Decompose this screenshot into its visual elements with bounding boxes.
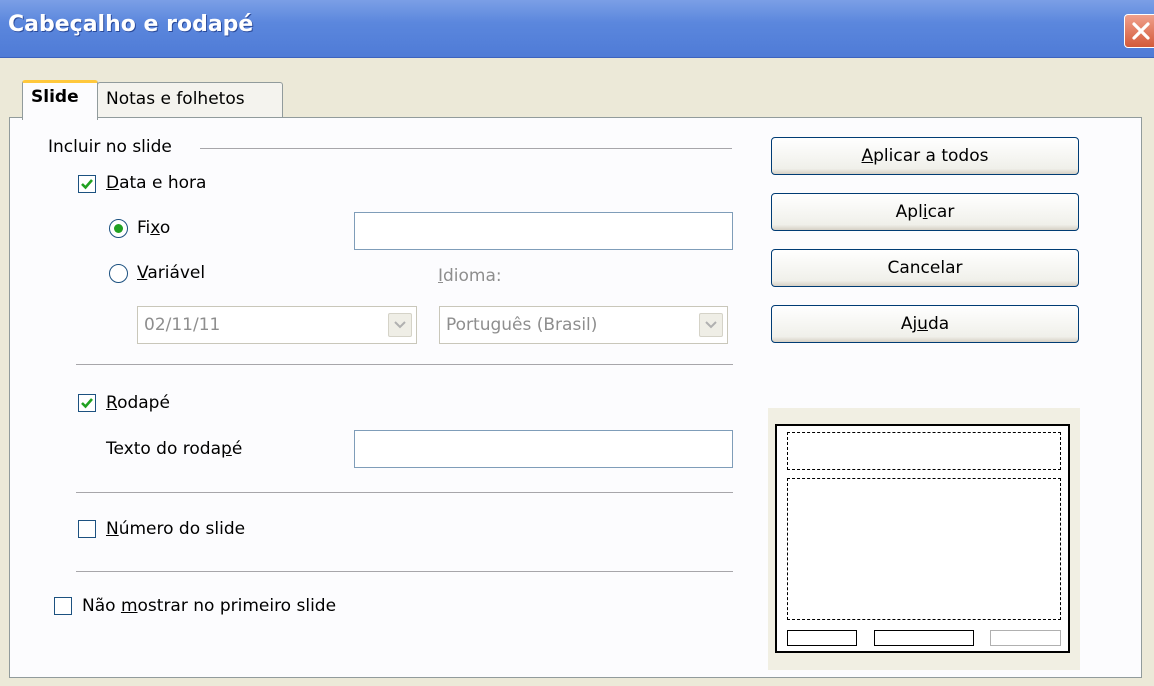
divider [76,571,733,572]
dropdown-arrow[interactable] [388,313,412,337]
group-title: Incluir no slide [48,137,172,157]
footer-text-input[interactable] [354,430,733,468]
slide-number-label: Número do slide [106,519,246,539]
divider [76,492,733,493]
variable-label: Variável [137,263,206,283]
check-icon [81,398,93,409]
fixed-label: Fixo [137,218,171,238]
language-value: Português (Brasil) [446,315,598,335]
layout-preview [768,408,1080,670]
dropdown-arrow[interactable] [699,313,723,337]
language-label: Idioma: [438,266,502,286]
title-bar: Cabeçalho e rodapé [0,0,1154,58]
variable-radio[interactable] [109,264,128,283]
language-select[interactable]: Português (Brasil) [439,306,728,344]
radio-selected-dot [114,224,123,233]
divider [76,364,733,365]
footer-text-label: Texto do rodapé [106,439,243,459]
tab-notes-handouts-label: Notas e folhetos [106,89,245,109]
preview-footer-area [874,630,974,646]
hide-first-slide-checkbox[interactable] [54,597,72,615]
apply-button[interactable]: Aplicar [771,193,1079,231]
close-button[interactable] [1124,14,1154,48]
date-time-label: Data e hora [106,173,207,193]
slide-number-checkbox[interactable] [78,520,96,538]
footer-checkbox[interactable] [78,394,96,412]
hide-first-slide-label: Não mostrar no primeiro slide [82,596,337,616]
group-divider [200,148,732,149]
check-icon [81,179,93,190]
close-icon [1132,22,1150,40]
date-time-checkbox[interactable] [78,175,96,193]
preview-content-area [787,478,1061,620]
footer-label: Rodapé [106,393,170,413]
tab-notes-handouts[interactable]: Notas e folhetos [97,82,283,118]
help-button[interactable]: Ajuda [771,305,1079,343]
apply-to-all-button[interactable]: Aplicar a todos [771,137,1079,175]
tab-slide[interactable]: Slide [22,80,98,120]
cancel-button[interactable]: Cancelar [771,249,1079,287]
chevron-down-icon [394,321,406,329]
preview-title-area [787,432,1061,470]
window-title: Cabeçalho e rodapé [8,12,254,37]
preview-date-area [787,630,857,646]
chevron-down-icon [705,321,717,329]
date-format-value: 02/11/11 [144,315,221,335]
tab-slide-label: Slide [31,87,79,107]
preview-slide [775,424,1070,653]
date-format-select[interactable]: 02/11/11 [137,306,417,344]
fixed-date-input[interactable] [354,212,733,250]
preview-number-area [990,630,1061,646]
fixed-radio[interactable] [109,219,128,238]
